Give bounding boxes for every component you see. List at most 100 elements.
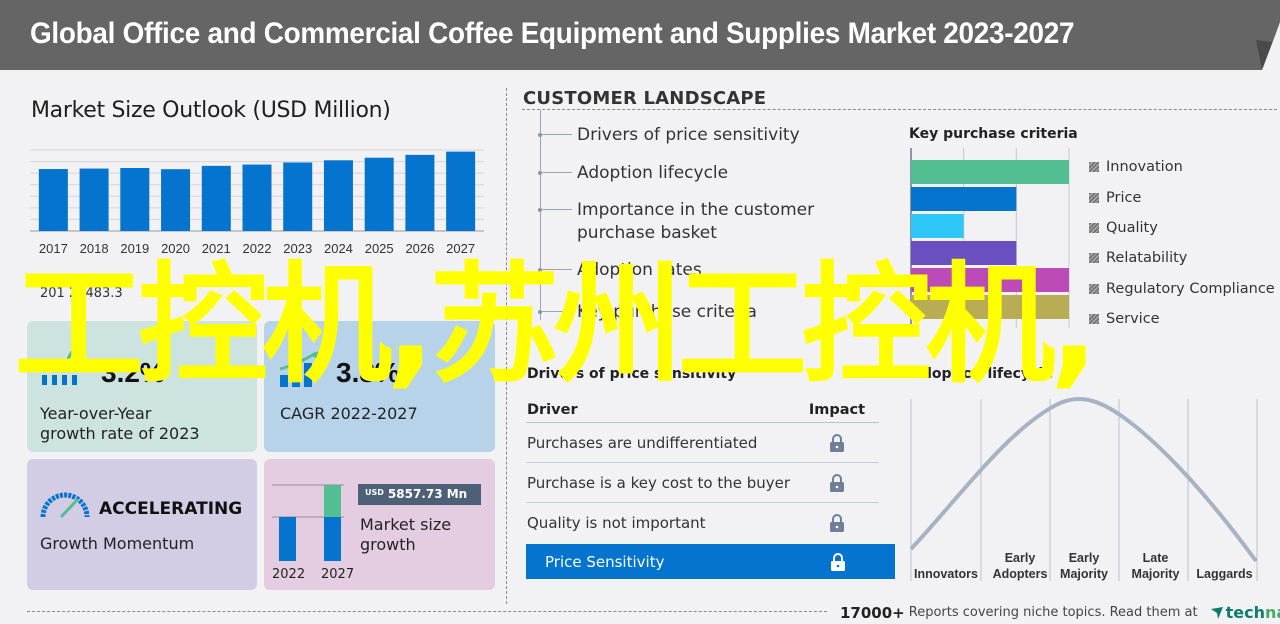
kpc-bar-service [911,295,1069,319]
drivers-table: Driver Impact Purchases are undifferenti… [526,399,879,543]
legend-item: Regulatory Compliance [1089,274,1275,304]
legend-label: Regulatory Compliance [1106,280,1275,297]
momentum-value: ACCELERATING [99,499,243,519]
lock-icon [830,473,844,492]
x-tick-label: 2017 [39,241,68,256]
bar-2017 [38,169,68,231]
connector [542,172,572,173]
bar-2027 [446,151,476,231]
x-tick-label: 2021 [202,241,231,256]
hatch-swatch-icon [1089,253,1099,264]
infographic: Global Office and Commercial Coffee Equi… [0,0,1280,624]
momentum-label: Growth Momentum [40,534,195,553]
legend-item: Service [1089,304,1275,334]
technavio-logo[interactable]: technavio [1210,603,1280,622]
connector [542,311,572,312]
kpc-legend: Innovation Price Quality Relatability Re… [1089,152,1275,334]
speedometer-icon [40,492,90,518]
landscape-item-label: Drivers of price sensitivity [577,125,800,145]
stage-label: Laggards [1196,567,1253,581]
landscape-item-label: Importance in the customer purchase bask… [577,199,814,245]
landscape-item-importance[interactable]: Importance in the customer purchase bask… [538,199,814,245]
year-start-label: 2022 [272,567,306,582]
yoy-label-line1: Year-over-Year [40,404,152,423]
col-impact: Impact [808,402,866,418]
table-row[interactable]: Purchase is a key cost to the buyer [526,463,879,503]
market-size-title: Market Size Outlook (USD Million) [31,98,391,123]
stage-label: Early Adopters [992,551,1048,581]
bar-2027-base [324,517,341,561]
badge-value: 5857.73 Mn [387,487,468,501]
legend-item: Innovation [1089,152,1275,182]
bar-2021 [201,165,231,231]
yoy-growth-card: 3.2% Year-over-Year growth rate of 2023 [27,321,257,452]
page-curl-decoration [1246,0,1280,70]
highlight-label: Price Sensitivity [545,552,665,571]
bar-2025 [364,157,394,231]
hatch-swatch-icon [1089,222,1099,233]
table-header: Driver Impact [526,399,879,423]
landscape-item-key-purchase[interactable]: Key purchase criteria [538,301,757,324]
legend-label: Service [1106,311,1160,328]
connector [542,209,572,210]
landscape-item-label: Adoption lifecycle [577,163,729,183]
legend-item: Relatability [1089,243,1275,273]
legend-item: Quality [1089,213,1275,243]
lock-icon [831,552,845,571]
hatch-swatch-icon [1089,283,1099,294]
growth-trend-icon [279,351,320,387]
market-size-caption: 201 20483.3 [40,286,123,301]
market-size-chart: 2017 2018 2019 2020 2021 2022 2023 2024 2025 2026… [30,140,488,272]
kpc-bar-regulatory-compliance [911,268,1069,292]
adoption-lifecycle-title: Adoption lifecycle [911,366,1053,382]
landscape-item-drivers[interactable]: Drivers of price sensitivity [538,124,800,147]
x-tick-label: 2020 [161,241,190,256]
price-sensitivity-row[interactable]: Price Sensitivity [526,544,895,579]
year-end-label: 2027 [321,567,355,582]
x-tick-label: 2019 [120,241,149,256]
kpc-bar-relatability [911,241,1017,265]
brand-part: navio [1264,603,1280,622]
page-title: Global Office and Commercial Coffee Equi… [30,17,1075,50]
landscape-item-adoption-lifecycle[interactable]: Adoption lifecycle [538,162,729,185]
x-tick-label: 2026 [405,241,434,256]
bar-2027-increment [324,485,341,517]
table-row[interactable]: Purchases are undifferentiated [526,423,879,463]
bar-2026 [405,154,435,231]
hatch-swatch-icon [1089,314,1099,325]
yoy-label: Year-over-Year growth rate of 2023 [40,404,200,444]
market-growth-card: 2022 2027 USD 5857.73 Mn Market size grow… [264,459,495,590]
hatch-swatch-icon [1089,192,1099,203]
label-line2: purchase basket [577,223,717,243]
lock-icon [830,433,844,452]
legend-label: Price [1106,189,1142,206]
bar-2022 [279,517,296,561]
landscape-item-label: Key purchase criteria [577,302,757,322]
header-banner: Global Office and Commercial Coffee Equi… [0,0,1262,70]
adoption-curve [909,396,1258,563]
market-growth-label-line1: Market size [360,515,452,534]
bar-2018 [79,168,109,231]
x-tick-label: 2024 [324,241,353,256]
market-growth-badge: USD 5857.73 Mn [358,484,481,505]
hatch-swatch-icon [1089,162,1099,173]
stage-label: Late Majority [1131,551,1180,581]
table-row[interactable]: Quality is not important [526,503,879,543]
landscape-item-adoption-rates[interactable]: Adoption rates [538,259,702,282]
x-tick-label: 2018 [80,241,109,256]
kpc-bar-innovation [911,160,1069,184]
x-tick-label: 2022 [243,241,272,256]
bar-2024 [323,160,353,231]
driver-label: Purchases are undifferentiated [527,433,758,452]
legend-label: Innovation [1106,159,1183,176]
brand-part: tech [1225,603,1265,622]
bar-2020 [161,169,191,231]
customer-landscape-title: CUSTOMER LANDSCAPE [523,88,767,109]
bar-2019 [120,167,150,231]
cagr-card: 3.8% CAGR 2022-2027 [264,321,495,452]
lock-icon [830,514,844,532]
market-growth-label: Market size growth [360,515,451,555]
stage-label: Innovators [914,567,978,581]
stage-label: Early Majority [1060,551,1108,581]
yoy-label-line2: growth rate of 2023 [40,424,200,443]
